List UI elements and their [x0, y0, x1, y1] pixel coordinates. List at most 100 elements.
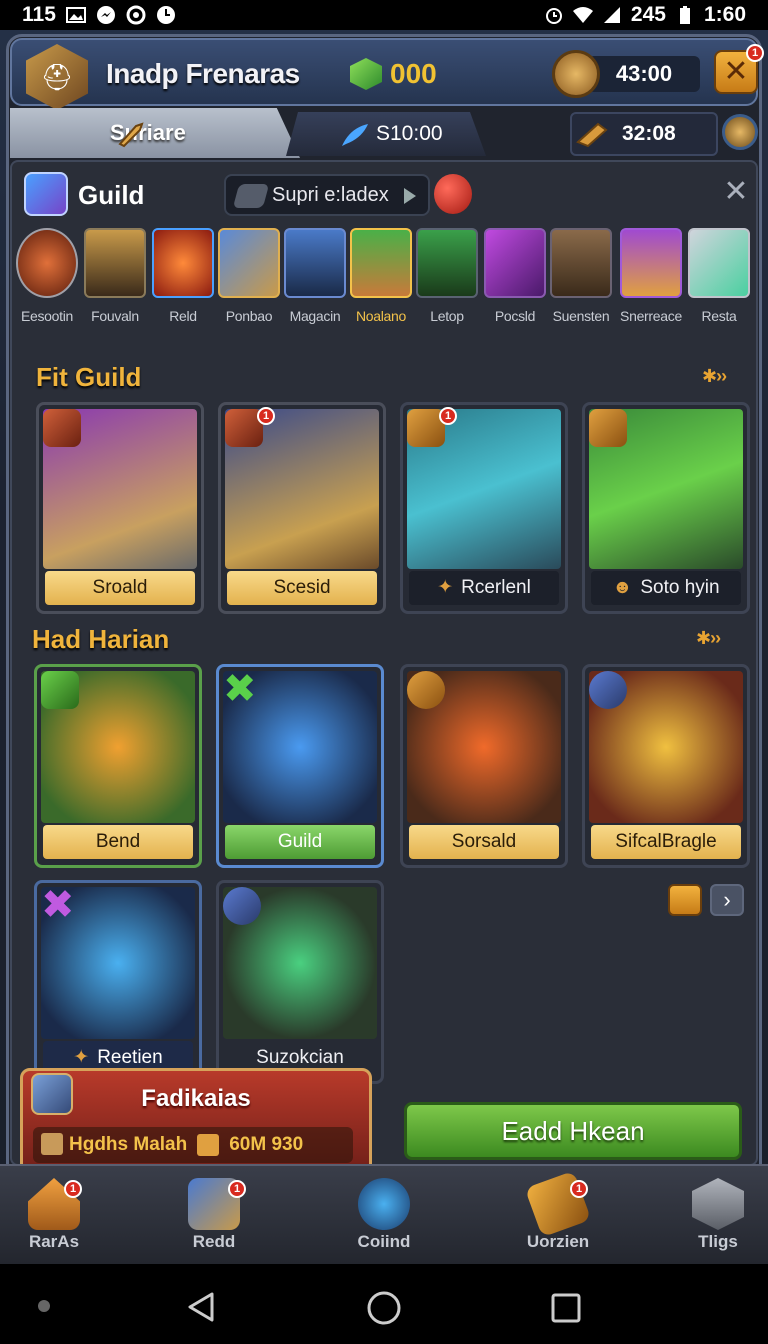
section-more-icon[interactable]: ✱›› — [702, 366, 727, 387]
sword-icon — [118, 122, 144, 148]
gear-button[interactable] — [668, 884, 702, 916]
hero-item[interactable]: Fouvaln — [84, 228, 146, 348]
card-label-wrap: ✦ Rcerlenl — [409, 571, 559, 605]
jester-portrait-icon — [620, 228, 682, 298]
apple-icon[interactable] — [434, 174, 472, 214]
nav-badge: 1 — [570, 1180, 588, 1198]
guild-title: Guild — [78, 180, 145, 210]
hero-label: Resta — [701, 308, 737, 324]
panel-close-icon[interactable]: ✕ — [720, 176, 752, 208]
hammer-icon — [576, 122, 608, 148]
nav-uorzien[interactable]: 1 Uorzien — [498, 1166, 618, 1266]
tab-countdown-label: 32:08 — [622, 122, 676, 145]
card-soto-hyin[interactable]: ☻ Soto hyin — [582, 402, 750, 614]
add-button[interactable]: Eadd Hkean — [404, 1102, 742, 1160]
nav-label: Tligs — [698, 1232, 738, 1251]
tank-icon — [232, 184, 270, 208]
orb-icon — [16, 228, 78, 298]
mask-icon — [84, 228, 146, 298]
home-circle-icon[interactable] — [366, 1290, 402, 1326]
promo-value: 60M 930 — [229, 1134, 304, 1155]
hero-item[interactable]: Snerreace — [620, 228, 682, 348]
nav-tligs[interactable]: Tligs — [658, 1166, 768, 1266]
guild-search[interactable]: Supri e:ladex — [224, 174, 430, 216]
signal-icon — [603, 7, 620, 23]
guild-panel: Guild Supri e:ladex ✕ Eesootin Fouvaln R… — [10, 160, 758, 1166]
chest-icon — [197, 1134, 220, 1156]
card-bend[interactable]: Bend — [34, 664, 202, 868]
hero-item[interactable]: Magacin — [284, 228, 346, 348]
fire-icon — [152, 228, 214, 298]
tab-bar: Suriare S10:00 32:08 — [10, 108, 758, 158]
x-mark-icon: ✖ — [223, 667, 257, 711]
card-suzokcian[interactable]: Suzokcian — [216, 880, 384, 1084]
back-icon[interactable] — [184, 1290, 218, 1324]
card-badge: 1 — [439, 407, 457, 425]
gadget-icon — [688, 228, 750, 298]
card-sorsald[interactable]: Sorsald — [400, 664, 568, 868]
clock-icon — [156, 6, 175, 24]
compass-icon — [358, 1178, 410, 1230]
card-label: Rcerlenl — [461, 577, 531, 598]
card-corner-icon — [223, 887, 261, 925]
event-timer[interactable]: 43:00 — [552, 50, 702, 98]
card-rcerlenl[interactable]: 1 ✦ Rcerlenl — [400, 402, 568, 614]
close-button[interactable]: ✕ 1 — [714, 44, 764, 94]
status-time: 1:60 — [703, 3, 746, 26]
timer-value: 43:00 — [588, 56, 700, 92]
promo-row: Hgdhs Malah 60M 930 — [33, 1127, 353, 1163]
next-arrow-button[interactable]: › — [710, 884, 744, 916]
tab-timer[interactable]: S10:00 — [286, 112, 486, 156]
card-guild[interactable]: ✖ Guild — [216, 664, 384, 868]
viking-portrait-icon — [550, 228, 612, 298]
promo-banner[interactable]: Fadikaias Hgdhs Malah 60M 930 — [20, 1068, 372, 1178]
nav-label: Uorzien — [526, 1232, 590, 1251]
nav-rarAs[interactable]: 1 RarAs — [0, 1166, 114, 1266]
hero-item[interactable]: Eesootin — [16, 228, 78, 348]
hero-item[interactable]: Resta — [688, 228, 750, 348]
game-screen: ⛑ Inadp Frenaras 000 43:00 ✕ 1 Suriare S… — [0, 30, 768, 1264]
dot-icon — [38, 1300, 50, 1312]
promo-title: Fadikaias — [141, 1085, 251, 1112]
gallery-icon — [65, 7, 86, 23]
section-more-icon[interactable]: ✱›› — [696, 628, 721, 649]
goblin-icon — [416, 228, 478, 298]
card-badge: 1 — [257, 407, 275, 425]
card-scesid[interactable]: 1 Scesid — [218, 402, 386, 614]
feather-icon — [342, 124, 368, 146]
hero-item[interactable]: Suensten — [550, 228, 612, 348]
card-sifcalbragle[interactable]: SifcalBragle — [582, 664, 750, 868]
guild-search-text: Supri e:ladex — [272, 183, 389, 206]
hero-item-active[interactable]: Noalano — [350, 228, 412, 348]
top-bar: ⛑ Inadp Frenaras 000 43:00 ✕ 1 — [10, 38, 764, 110]
tab-suriare[interactable]: Suriare — [10, 108, 300, 158]
nav-badge: 1 — [64, 1180, 82, 1198]
battery-icon — [679, 6, 690, 24]
card-label-wrap: ☻ Soto hyin — [591, 571, 741, 605]
crystal-icon — [484, 228, 546, 298]
close-icon: ✕ — [723, 55, 749, 88]
card-reetien[interactable]: ✖ ✦ Reetien — [34, 880, 202, 1084]
hero-item[interactable]: Pocsld — [484, 228, 546, 348]
gem-counter[interactable]: 000 — [350, 58, 437, 90]
coin-icon — [552, 50, 600, 98]
hero-item[interactable]: Reld — [152, 228, 214, 348]
hero-item[interactable]: Letop — [416, 228, 478, 348]
nav-label: Coiind — [357, 1232, 411, 1251]
card-label: SifcalBragle — [591, 825, 741, 859]
hero-item[interactable]: Ponbao — [218, 228, 280, 348]
nav-coiind[interactable]: Coiind — [324, 1166, 444, 1266]
messenger-icon — [96, 6, 115, 24]
warrior-portrait-icon — [350, 228, 412, 298]
settings-button[interactable] — [722, 114, 758, 150]
close-badge: 1 — [746, 44, 764, 62]
bottom-nav: 1 RarAs 1 Redd Coiind 1 Uorzien Tligs — [0, 1164, 768, 1264]
x-mark-icon: ✖ — [41, 883, 75, 927]
card-sroald[interactable]: Sroald — [36, 402, 204, 614]
box-icon — [218, 228, 280, 298]
nav-redd[interactable]: 1 Redd — [154, 1166, 274, 1266]
card-label: Soto hyin — [640, 577, 720, 598]
section-title-had-harian: Had Harian — [32, 624, 170, 654]
player-avatar[interactable]: ⛑ — [26, 44, 88, 110]
recents-icon[interactable] — [550, 1292, 582, 1324]
